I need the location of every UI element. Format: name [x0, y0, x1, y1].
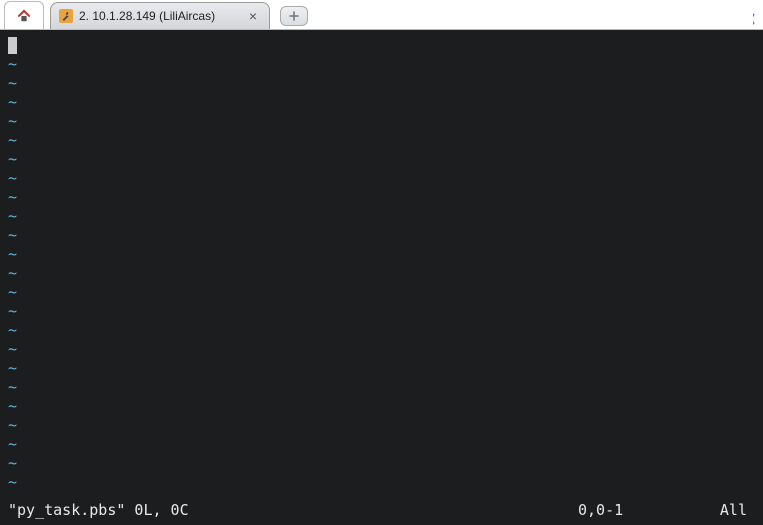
- tilde-line: ~: [8, 55, 763, 74]
- tilde-line: ~: [8, 454, 763, 473]
- tilde-line: ~: [8, 416, 763, 435]
- plus-icon: [289, 11, 299, 21]
- tilde-line: ~: [8, 74, 763, 93]
- terminal-editor[interactable]: ~~~~~~~~~~~~~~~~~~~~~~~ "py_task.pbs" 0L…: [0, 30, 763, 525]
- tab-label: 2. 10.1.28.149 (LiliAircas): [79, 9, 215, 23]
- tilde-line: ~: [8, 226, 763, 245]
- tilde-line: ~: [8, 435, 763, 454]
- status-position: 0,0-1: [578, 501, 623, 520]
- tilde-line: ~: [8, 150, 763, 169]
- cursor-block: [8, 37, 17, 54]
- tilde-line: ~: [8, 378, 763, 397]
- status-file-info: "py_task.pbs" 0L, 0C: [8, 501, 189, 520]
- tilde-line: ~: [8, 131, 763, 150]
- tilde-line: ~: [8, 93, 763, 112]
- cursor-line: [8, 36, 763, 55]
- home-tab[interactable]: [4, 1, 44, 29]
- tilde-line: ~: [8, 245, 763, 264]
- tilde-line: ~: [8, 264, 763, 283]
- tilde-line: ~: [8, 340, 763, 359]
- new-tab-button[interactable]: [280, 6, 308, 26]
- tilde-line: ~: [8, 302, 763, 321]
- tab-bar: 2. 10.1.28.149 (LiliAircas) ×: [0, 0, 763, 30]
- tilde-line: ~: [8, 359, 763, 378]
- tilde-line: ~: [8, 112, 763, 131]
- editor-buffer: ~~~~~~~~~~~~~~~~~~~~~~~: [0, 30, 763, 492]
- wrench-icon: [59, 9, 73, 23]
- status-view: All: [720, 501, 747, 520]
- tilde-line: ~: [8, 473, 763, 492]
- tilde-line: ~: [8, 321, 763, 340]
- vim-status-line: "py_task.pbs" 0L, 0C 0,0-1 All: [0, 499, 763, 521]
- close-icon[interactable]: ×: [245, 8, 261, 24]
- tilde-line: ~: [8, 397, 763, 416]
- tilde-line: ~: [8, 207, 763, 226]
- tilde-line: ~: [8, 283, 763, 302]
- home-icon: [17, 9, 31, 23]
- tilde-line: ~: [8, 188, 763, 207]
- overflow-indicator: [753, 10, 761, 18]
- active-tab[interactable]: 2. 10.1.28.149 (LiliAircas) ×: [50, 2, 270, 29]
- tilde-line: ~: [8, 169, 763, 188]
